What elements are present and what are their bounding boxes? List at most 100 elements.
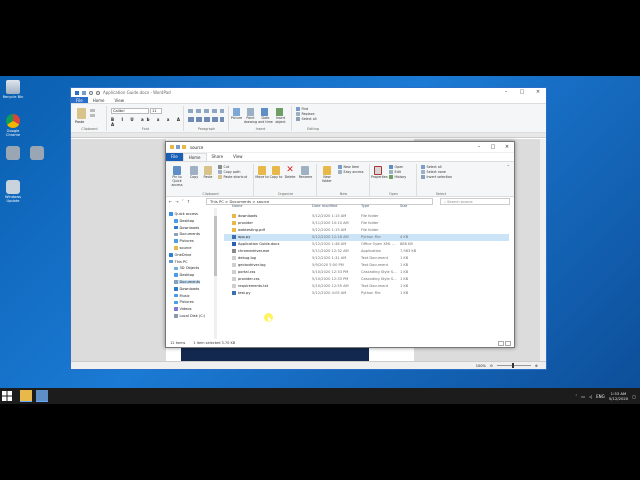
paste-icon[interactable]	[77, 108, 86, 119]
network-drive-icon-2[interactable]	[24, 146, 50, 161]
close-icon[interactable]: ×	[500, 142, 514, 153]
notifications-icon[interactable]: ▢	[632, 394, 636, 399]
nav-item[interactable]: Documents	[174, 280, 200, 284]
nav-item[interactable]: Quick access	[169, 212, 198, 216]
column-header-size[interactable]: Size	[400, 204, 407, 208]
properties-quick-icon[interactable]	[176, 145, 180, 149]
explorer-tab-view[interactable]: View	[228, 153, 248, 161]
explorer-tab-home[interactable]: Home	[182, 153, 207, 161]
file-row[interactable]: downloads 5/12/2020 1:15 AM File folder	[224, 213, 509, 220]
nav-item[interactable]: Desktop	[174, 273, 194, 277]
undo-icon[interactable]	[89, 90, 93, 95]
nav-item[interactable]: Pictures	[174, 239, 194, 243]
paste-shortcut-button[interactable]: Paste shortcut	[218, 175, 247, 179]
nav-item[interactable]: OneDrive	[169, 253, 191, 257]
properties-icon[interactable]	[374, 166, 382, 175]
minimize-icon[interactable]: –	[472, 142, 486, 153]
tray-chevron-icon[interactable]: ˄	[575, 394, 577, 399]
select-all-button[interactable]: Select all	[296, 117, 317, 121]
details-view-icon[interactable]	[498, 341, 504, 346]
edit-button[interactable]: Edit	[389, 170, 401, 174]
nav-item[interactable]: 3D Objects	[174, 266, 199, 270]
indent-buttons[interactable]	[188, 109, 224, 113]
nav-item[interactable]: Documents	[174, 232, 200, 236]
file-row[interactable]: test.py 5/12/2020 4:05 AM Python File 1 KB	[224, 290, 509, 297]
wordpad-tab-file[interactable]: File	[71, 97, 88, 103]
save-icon[interactable]	[82, 90, 86, 95]
find-button[interactable]: Find	[296, 107, 308, 111]
ribbon-collapse-icon[interactable]: ⌃	[507, 164, 510, 169]
delete-icon[interactable]: ✕	[286, 166, 294, 175]
nav-item[interactable]: source	[174, 246, 191, 250]
file-row[interactable]: chromedriver.exe 5/11/2020 12:32 AM Applic…	[224, 248, 509, 255]
explorer-tab-file[interactable]: File	[166, 153, 183, 161]
font-size-select[interactable]: 11	[150, 108, 162, 114]
start-button[interactable]	[2, 391, 12, 401]
file-row[interactable]: provider.css 5/10/2020 12:33 PM Cascading …	[224, 276, 509, 283]
forward-icon[interactable]: →	[175, 199, 178, 204]
rename-icon[interactable]	[301, 166, 309, 175]
nav-scrollbar[interactable]	[214, 208, 217, 339]
up-icon[interactable]: ↑	[187, 199, 190, 204]
chrome-icon[interactable]: Google Chrome	[0, 114, 26, 137]
network-icon[interactable]: ▭	[581, 394, 585, 399]
open-button[interactable]: Open	[389, 165, 403, 169]
copy-icon[interactable]	[190, 166, 198, 175]
back-icon[interactable]: ←	[169, 199, 172, 204]
select-none-button[interactable]: Select none	[421, 170, 446, 174]
new-folder-quick-icon[interactable]	[182, 145, 186, 149]
cut-icon[interactable]	[90, 109, 95, 112]
history-button[interactable]: History	[389, 175, 406, 179]
replace-button[interactable]: Replace	[296, 112, 315, 116]
nav-scroll-thumb[interactable]	[214, 216, 217, 276]
file-explorer-taskbar-icon[interactable]	[20, 390, 32, 402]
new-item-button[interactable]: New item	[338, 165, 359, 169]
column-header-date[interactable]: Date modified	[312, 204, 337, 208]
wordpad-scrollbar[interactable]	[540, 139, 546, 361]
file-row[interactable]: debug.log 5/12/2020 1:31 AM Text Document 1…	[224, 255, 509, 262]
nav-item[interactable]: Videos	[174, 307, 191, 311]
nav-item[interactable]: Desktop	[174, 219, 194, 223]
copy-path-button[interactable]: Copy path	[218, 170, 240, 174]
pin-icon[interactable]	[173, 166, 181, 175]
nav-item[interactable]: This PC	[169, 260, 188, 264]
column-header-name[interactable]: Name	[232, 204, 243, 208]
maximize-icon[interactable]: □	[514, 88, 530, 97]
volume-icon[interactable]: ◁	[589, 394, 592, 399]
font-name-select[interactable]: Calibri	[111, 108, 149, 114]
maximize-icon[interactable]: □	[486, 142, 500, 153]
wordpad-taskbar-icon[interactable]	[36, 390, 48, 402]
insert-object-icon[interactable]	[276, 108, 283, 116]
large-icons-view-icon[interactable]	[505, 341, 511, 346]
font-format-buttons[interactable]: B I U ab x x A A	[111, 117, 183, 127]
nav-item[interactable]: Pictures	[174, 300, 194, 304]
picture-icon[interactable]	[233, 108, 240, 116]
paste-icon[interactable]	[204, 166, 212, 175]
recycle-bin-icon[interactable]: Recycle Bin	[0, 80, 26, 99]
file-row[interactable]: geckodriver.log 5/9/2020 5:50 PM Text Docu…	[224, 262, 509, 269]
select-all-button[interactable]: Select all	[421, 165, 442, 169]
nav-item[interactable]: Downloads	[174, 226, 199, 230]
nav-item[interactable]: Music	[174, 294, 190, 298]
minimize-icon[interactable]: –	[498, 88, 514, 97]
close-icon[interactable]: ×	[530, 88, 546, 97]
easy-access-button[interactable]: Easy access	[338, 170, 363, 174]
file-row[interactable]: portal.css 5/10/2020 12:33 PM Cascading St…	[224, 269, 509, 276]
zoom-in-icon[interactable]: ⊕	[535, 364, 538, 368]
copy-to-icon[interactable]	[272, 166, 280, 175]
nav-item[interactable]: Local Disk (C:)	[174, 314, 205, 318]
column-header-type[interactable]: Type	[361, 204, 369, 208]
nav-item[interactable]: Downloads	[174, 287, 199, 291]
move-to-icon[interactable]	[258, 166, 266, 175]
zoom-slider[interactable]	[496, 363, 531, 368]
network-drive-icon-1[interactable]	[0, 146, 26, 161]
clock[interactable]: 1:53 AM 5/12/2020	[609, 391, 628, 401]
copy-icon[interactable]	[90, 114, 95, 117]
file-row[interactable]: Application Guide.docx 5/12/2020 1:46 AM O…	[224, 241, 509, 248]
align-buttons[interactable]	[188, 117, 224, 122]
ruler[interactable]	[71, 133, 546, 138]
recent-locations-icon[interactable]: ˅	[182, 199, 184, 204]
file-row[interactable]: app.py 5/12/2020 12:18 AM Python File 4 KB	[224, 234, 509, 241]
zoom-thumb[interactable]	[511, 363, 514, 368]
new-folder-icon[interactable]	[323, 166, 331, 175]
